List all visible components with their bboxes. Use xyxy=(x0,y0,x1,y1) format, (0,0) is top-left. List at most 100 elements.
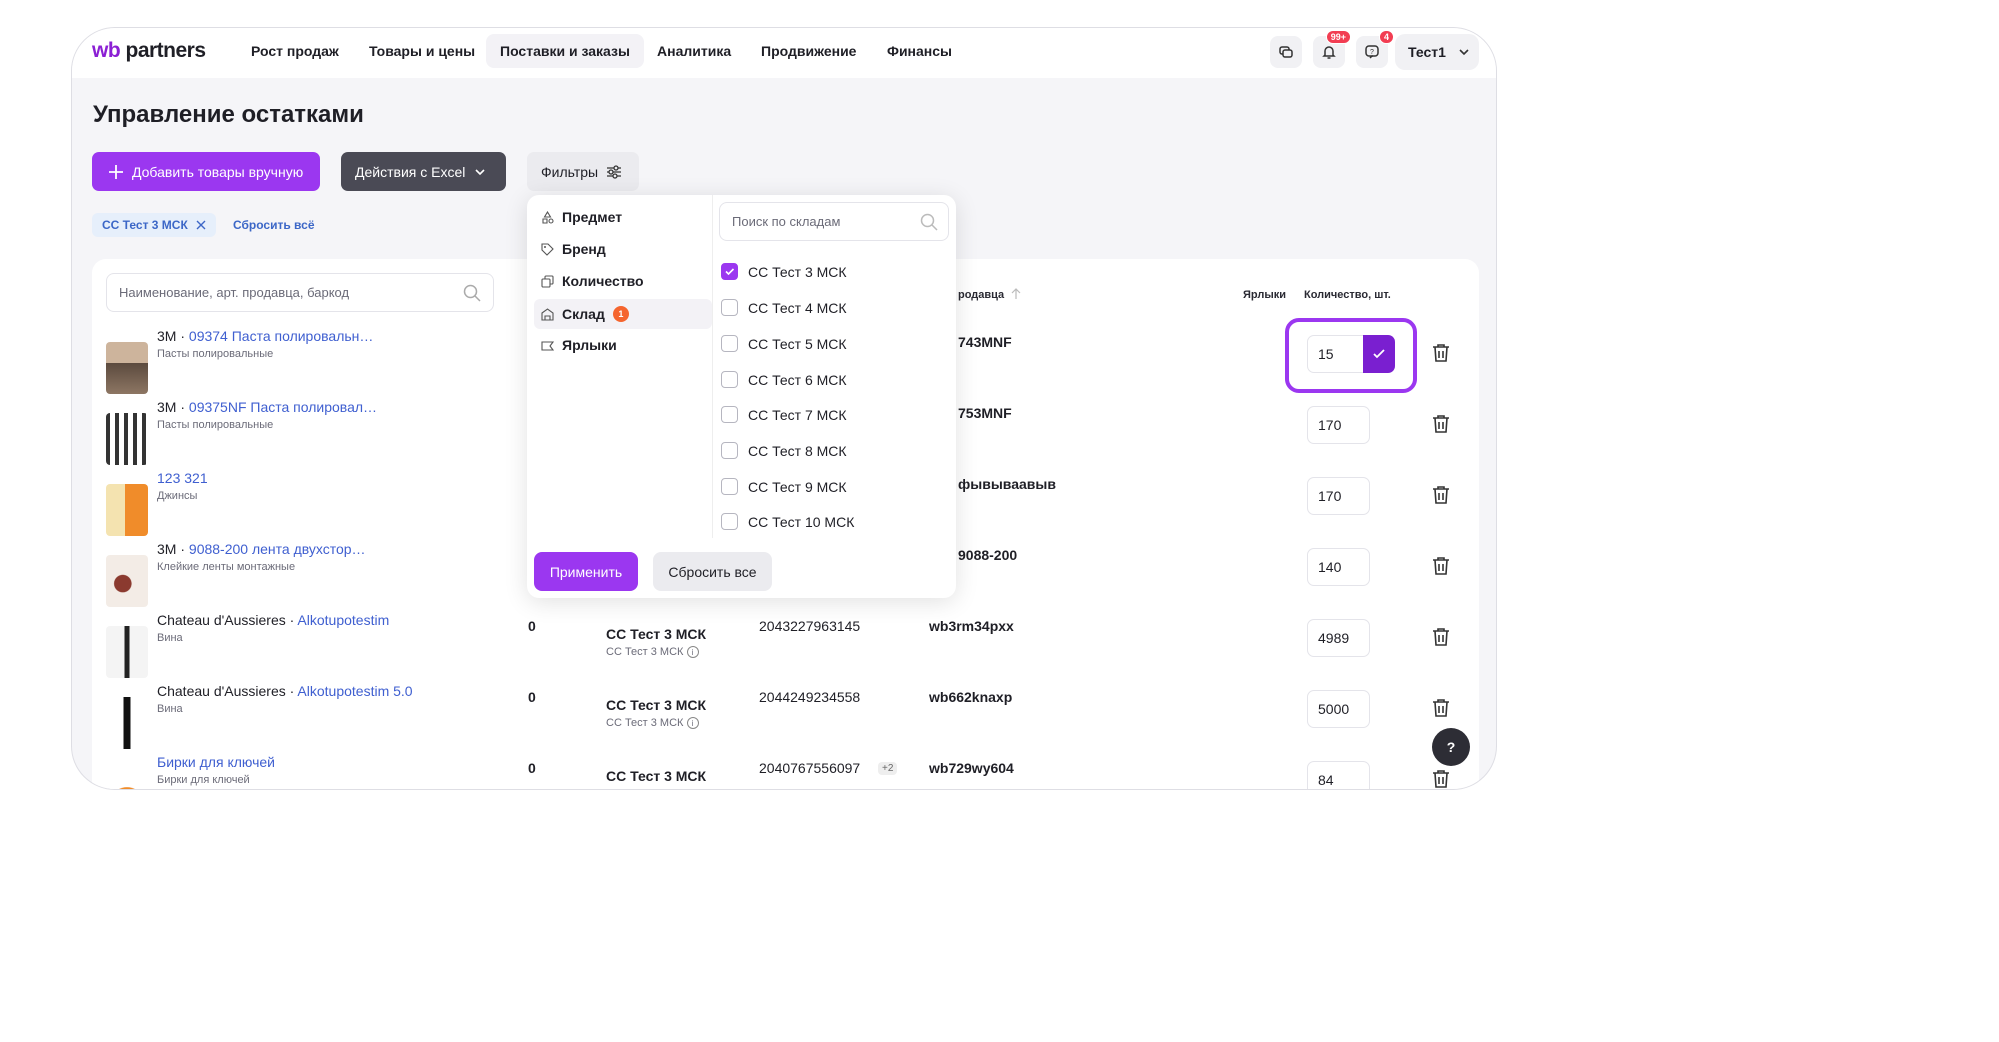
nav-supplies-orders[interactable]: Поставки и заказы xyxy=(486,34,644,68)
copy-icon xyxy=(541,274,554,288)
product-name: 3M · 09375NF Паста полировал… xyxy=(157,399,378,415)
chevron-down-icon xyxy=(475,168,485,175)
product-category: Вина xyxy=(157,632,183,644)
table-row: Chateau d'Aussieres · Alkotupotestim Вин… xyxy=(92,612,1479,683)
quantity-input[interactable]: 84 xyxy=(1307,761,1370,789)
search-icon xyxy=(463,284,481,302)
product-name: 3M · 09374 Паста полировальн… xyxy=(157,328,374,344)
user-menu[interactable]: Тест1 xyxy=(1395,34,1479,70)
trash-icon[interactable] xyxy=(1429,483,1453,507)
stock-count: 0 xyxy=(528,689,536,705)
support-icon: ? xyxy=(1365,45,1379,59)
chat-button[interactable] xyxy=(1270,36,1302,68)
filter-menu-brand[interactable]: Бренд xyxy=(541,241,606,257)
product-category: Пасты полировальные xyxy=(157,348,274,360)
trash-icon[interactable] xyxy=(1429,412,1453,436)
warehouse-search-input[interactable]: Поиск по складам xyxy=(719,202,949,241)
label-icon xyxy=(541,340,554,351)
warehouse-option[interactable]: СС Тест 4 МСК xyxy=(721,299,847,316)
reset-filters-button[interactable]: Сбросить все xyxy=(653,552,772,591)
tag-icon xyxy=(541,242,554,256)
checkbox[interactable] xyxy=(721,442,738,459)
product-name: 3M · 9088-200 лента двухстор… xyxy=(157,541,366,557)
extra-barcodes-badge[interactable]: +2 xyxy=(878,762,898,775)
warehouse-option[interactable]: СС Тест 5 МСК xyxy=(721,335,847,352)
confirm-quantity-button[interactable] xyxy=(1363,335,1395,373)
seller-article: 743MNF xyxy=(958,334,1012,350)
shapes-icon xyxy=(542,210,554,224)
checkbox[interactable] xyxy=(721,478,738,495)
active-filter-chip[interactable]: СС Тест 3 МСК xyxy=(92,213,216,237)
warehouse-option[interactable]: СС Тест 7 МСК xyxy=(721,406,847,423)
checkbox[interactable] xyxy=(721,299,738,316)
excel-actions-button[interactable]: Действия с Excel xyxy=(341,152,506,191)
trash-icon[interactable] xyxy=(1429,696,1453,720)
stock-count: 0 xyxy=(528,760,536,776)
table-row: Бирки для ключей Бирки для ключей 0 СС Т… xyxy=(92,754,1479,790)
checkbox[interactable] xyxy=(721,371,738,388)
nav-sales-growth[interactable]: Рост продаж xyxy=(251,43,339,59)
product-image xyxy=(106,697,148,749)
seller-article: фывываавыв xyxy=(958,476,1056,492)
warehouse-option[interactable]: СС Тест 3 МСК xyxy=(721,263,847,280)
warehouse-option[interactable]: СС Тест 9 МСК xyxy=(721,478,847,495)
checkbox[interactable] xyxy=(721,406,738,423)
product-search-input[interactable]: Наименование, арт. продавца, баркод xyxy=(106,273,494,312)
nav-analytics[interactable]: Аналитика xyxy=(657,43,731,59)
column-labels: Ярлыки xyxy=(1243,289,1287,301)
product-image xyxy=(106,768,148,789)
page-title: Управление остатками xyxy=(93,101,364,128)
warehouse-subtitle: СС Тест 3 МСК i xyxy=(606,717,699,729)
reset-all-link[interactable]: Сбросить всё xyxy=(233,218,315,232)
notifications-button[interactable]: 99+ xyxy=(1313,30,1351,68)
info-icon[interactable]: i xyxy=(686,646,699,658)
filter-menu-subject[interactable]: Предмет xyxy=(541,209,622,225)
trash-icon[interactable] xyxy=(1429,625,1453,649)
product-image xyxy=(106,342,148,394)
warehouse-option[interactable]: СС Тест 6 МСК xyxy=(721,371,847,388)
quantity-input[interactable]: 5000 xyxy=(1307,690,1370,728)
warehouse-name: СС Тест 3 МСК xyxy=(606,768,707,784)
support-button[interactable]: ? 4 xyxy=(1356,30,1394,68)
browser-frame: wb partners Рост продаж Товары и цены По… xyxy=(71,27,1497,790)
quantity-input[interactable]: 4989 xyxy=(1307,619,1370,657)
filter-menu-warehouse[interactable]: Склад 1 xyxy=(534,299,712,329)
quantity-input[interactable]: 170 xyxy=(1307,406,1370,444)
checkbox[interactable] xyxy=(721,513,738,530)
svg-text:?: ? xyxy=(1370,49,1374,56)
product-image xyxy=(106,413,148,465)
nav-finance[interactable]: Финансы xyxy=(887,43,952,59)
support-badge: 4 xyxy=(1378,30,1394,44)
apply-filters-button[interactable]: Применить xyxy=(534,552,638,591)
help-button[interactable]: ? xyxy=(1432,728,1470,766)
warehouse-option[interactable]: СС Тест 8 МСК xyxy=(721,442,847,459)
sort-arrow-icon[interactable] xyxy=(1011,288,1021,300)
filter-menu-quantity[interactable]: Количество xyxy=(541,273,644,289)
close-icon[interactable] xyxy=(196,220,206,230)
checkbox[interactable] xyxy=(721,335,738,352)
quantity-input[interactable]: 170 xyxy=(1307,477,1370,515)
product-category: Вина xyxy=(157,703,183,715)
column-seller-article[interactable]: родавца xyxy=(958,289,1004,301)
plus-icon xyxy=(109,164,123,179)
checkbox-checked[interactable] xyxy=(721,263,738,280)
product-name: 123 321 xyxy=(157,470,208,486)
trash-icon[interactable] xyxy=(1429,767,1453,790)
nav-products-prices[interactable]: Товары и цены xyxy=(369,43,475,59)
logo[interactable]: wb partners xyxy=(92,39,206,63)
add-products-button[interactable]: Добавить товары вручную xyxy=(92,152,320,191)
filter-menu-labels[interactable]: Ярлыки xyxy=(541,337,617,353)
nav-promotion[interactable]: Продвижение xyxy=(761,43,856,59)
quantity-input[interactable]: 140 xyxy=(1307,548,1370,586)
filters-button[interactable]: Фильтры xyxy=(527,152,639,191)
chat-icon xyxy=(1279,46,1293,58)
filters-dropdown: Предмет Бренд Количество Склад 1 Ярлыки … xyxy=(527,195,956,598)
trash-icon[interactable] xyxy=(1429,554,1453,578)
warehouse-option[interactable]: СС Тест 10 МСК xyxy=(721,513,854,530)
notifications-badge: 99+ xyxy=(1325,30,1351,44)
product-name: Бирки для ключей xyxy=(157,754,275,770)
check-icon xyxy=(725,268,735,276)
trash-icon[interactable] xyxy=(1429,341,1453,365)
seller-article: wb729wy604 xyxy=(929,760,1014,776)
info-icon[interactable]: i xyxy=(686,717,699,729)
